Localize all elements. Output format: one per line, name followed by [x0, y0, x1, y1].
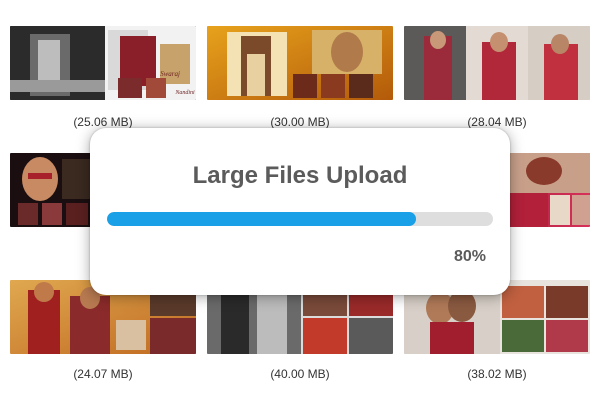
svg-text:Swaraj: Swaraj: [160, 70, 180, 78]
upload-progress-bar: [107, 212, 493, 226]
album-thumbnail[interactable]: Swaraj Nandini: [10, 26, 196, 100]
upload-progress-fill: [107, 212, 416, 226]
file-size-label: (38.02 MB): [467, 367, 527, 381]
file-size-label: (30.00 MB): [270, 115, 330, 129]
file-size-label: (25.06 MB): [73, 115, 133, 129]
album-thumbnail[interactable]: [404, 26, 590, 100]
upload-progress-percent: 80%: [453, 248, 486, 265]
dialog-title: Large Files Upload: [192, 162, 408, 189]
file-size-label: (24.07 MB): [73, 367, 133, 381]
file-size-label: (40.00 MB): [270, 367, 330, 381]
upload-page: Swaraj Nandini (25.06 MB) (30.00 MB) (28…: [0, 0, 600, 400]
svg-text:Nandini: Nandini: [174, 90, 195, 96]
file-size-label: (28.04 MB): [467, 115, 527, 129]
album-thumbnail[interactable]: [207, 26, 393, 100]
upload-dialog: Large Files Upload 80%: [90, 128, 510, 295]
